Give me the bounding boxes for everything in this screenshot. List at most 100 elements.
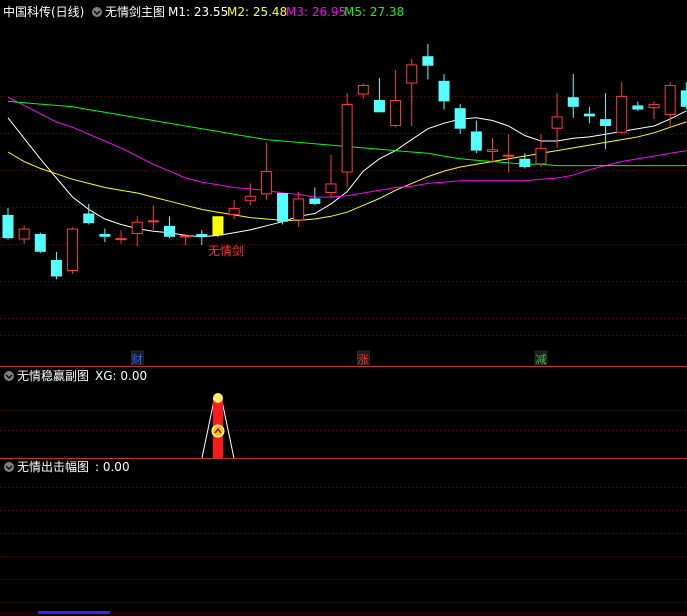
candle-body [680,90,687,107]
candle [180,234,192,245]
candle-body [551,116,563,129]
candle-body [373,99,385,113]
candle [632,101,644,111]
candle-body [196,234,208,237]
candle-body [341,104,353,173]
candle [438,73,450,110]
candle-body [583,113,595,117]
candle-body [260,171,272,195]
candle-body [325,183,337,193]
candle-body [309,198,321,204]
sub2-name: 无情出击幅图 [17,459,89,474]
candle-body [244,195,256,202]
candle [228,199,240,219]
candle-body [648,104,660,109]
candle [212,216,224,237]
candle [583,106,595,124]
sub2-dropdown-icon[interactable] [4,462,14,472]
chart-canvas[interactable]: 无情剑财 涨 减 中国科传(日线) 无情剑主图 M1: 23.55 M2: 25.4… [0,0,687,616]
candle [99,228,111,243]
candle [196,229,208,245]
candle [115,229,127,244]
candle [164,216,175,239]
bottom-scroll-strip[interactable] [0,611,687,616]
stock-chart-window: 无情剑财 涨 减 中国科传(日线) 无情剑主图 M1: 23.55 M2: 25.4… [0,0,687,616]
candle-body [567,97,579,107]
candle-body [147,220,159,223]
candle [357,83,369,99]
marker-text: 减 [535,353,546,366]
candle-body [632,105,644,110]
candle [373,78,385,113]
markers: 无情剑财 涨 减 [130,243,548,366]
candle-body [438,80,450,102]
candle [341,93,353,187]
stock-title: 中国科传(日线) [3,4,84,19]
marker-badge: 涨 [357,350,370,366]
candle [600,93,612,150]
candle-body [519,158,531,168]
candle [487,138,498,163]
candle [34,232,46,254]
candle-body [180,235,192,238]
sub1-value: XG: 0.00 [95,369,147,383]
candle-body [454,108,466,129]
sub1-name: 无情稳赢副图 [17,368,89,383]
candle [406,58,418,126]
candle [18,225,30,244]
ma-m5-label: M5: 27.38 [344,5,404,19]
candle-body [664,84,676,116]
candle-body [50,260,62,277]
candle [277,193,289,225]
marker-text: 涨 [358,353,369,366]
candle-body [277,193,289,222]
xg-top-icon [212,393,223,403]
ma-m2-label: M2: 25.48 [227,5,287,19]
sub2-value: : 0.00 [95,460,130,474]
xg-up-arrow-icon [211,424,225,438]
candle-body [422,56,434,66]
candle [454,104,466,135]
candle-body [34,234,46,252]
candle-body [18,228,30,240]
candle-body [616,95,628,133]
candle [2,208,14,240]
candle-body [535,147,547,165]
candle-body [503,154,515,157]
ma-m3-label: M3: 26.95 [286,5,346,19]
candle-body [470,131,482,151]
sub1-dropdown-icon[interactable] [4,371,14,381]
candle-body [406,64,418,84]
candle [131,216,143,247]
candle [470,120,482,154]
candle [535,134,547,168]
sub1-header: 无情稳赢副图 XG: 0.00 [4,368,147,383]
candle [616,82,628,135]
marker-text: 财 [132,352,143,366]
candle-body [131,221,143,235]
candle [293,191,305,228]
candle-body [228,208,240,215]
candle-body [2,214,14,239]
candle-body [115,238,127,241]
candle-body [164,225,175,237]
candle [648,101,660,120]
ma-m1-label: M1: 23.55 [168,5,228,19]
sub2-header: 无情出击幅图 : 0.00 [4,459,130,474]
indicator-name: 无情剑主图 [105,4,165,19]
indicator-dropdown-icon[interactable] [92,7,102,17]
candle-body [212,216,224,236]
candle [503,134,515,173]
candle [567,73,579,118]
candle [260,142,272,200]
scroll-thumb[interactable] [38,611,110,614]
candle [147,205,159,230]
candle [67,227,79,274]
candle-body [67,228,79,271]
signal-label: 无情剑 [208,243,244,258]
candle-body [83,213,95,224]
candle [680,82,687,110]
candle [50,251,62,280]
candle [390,69,402,128]
candle [325,154,337,199]
